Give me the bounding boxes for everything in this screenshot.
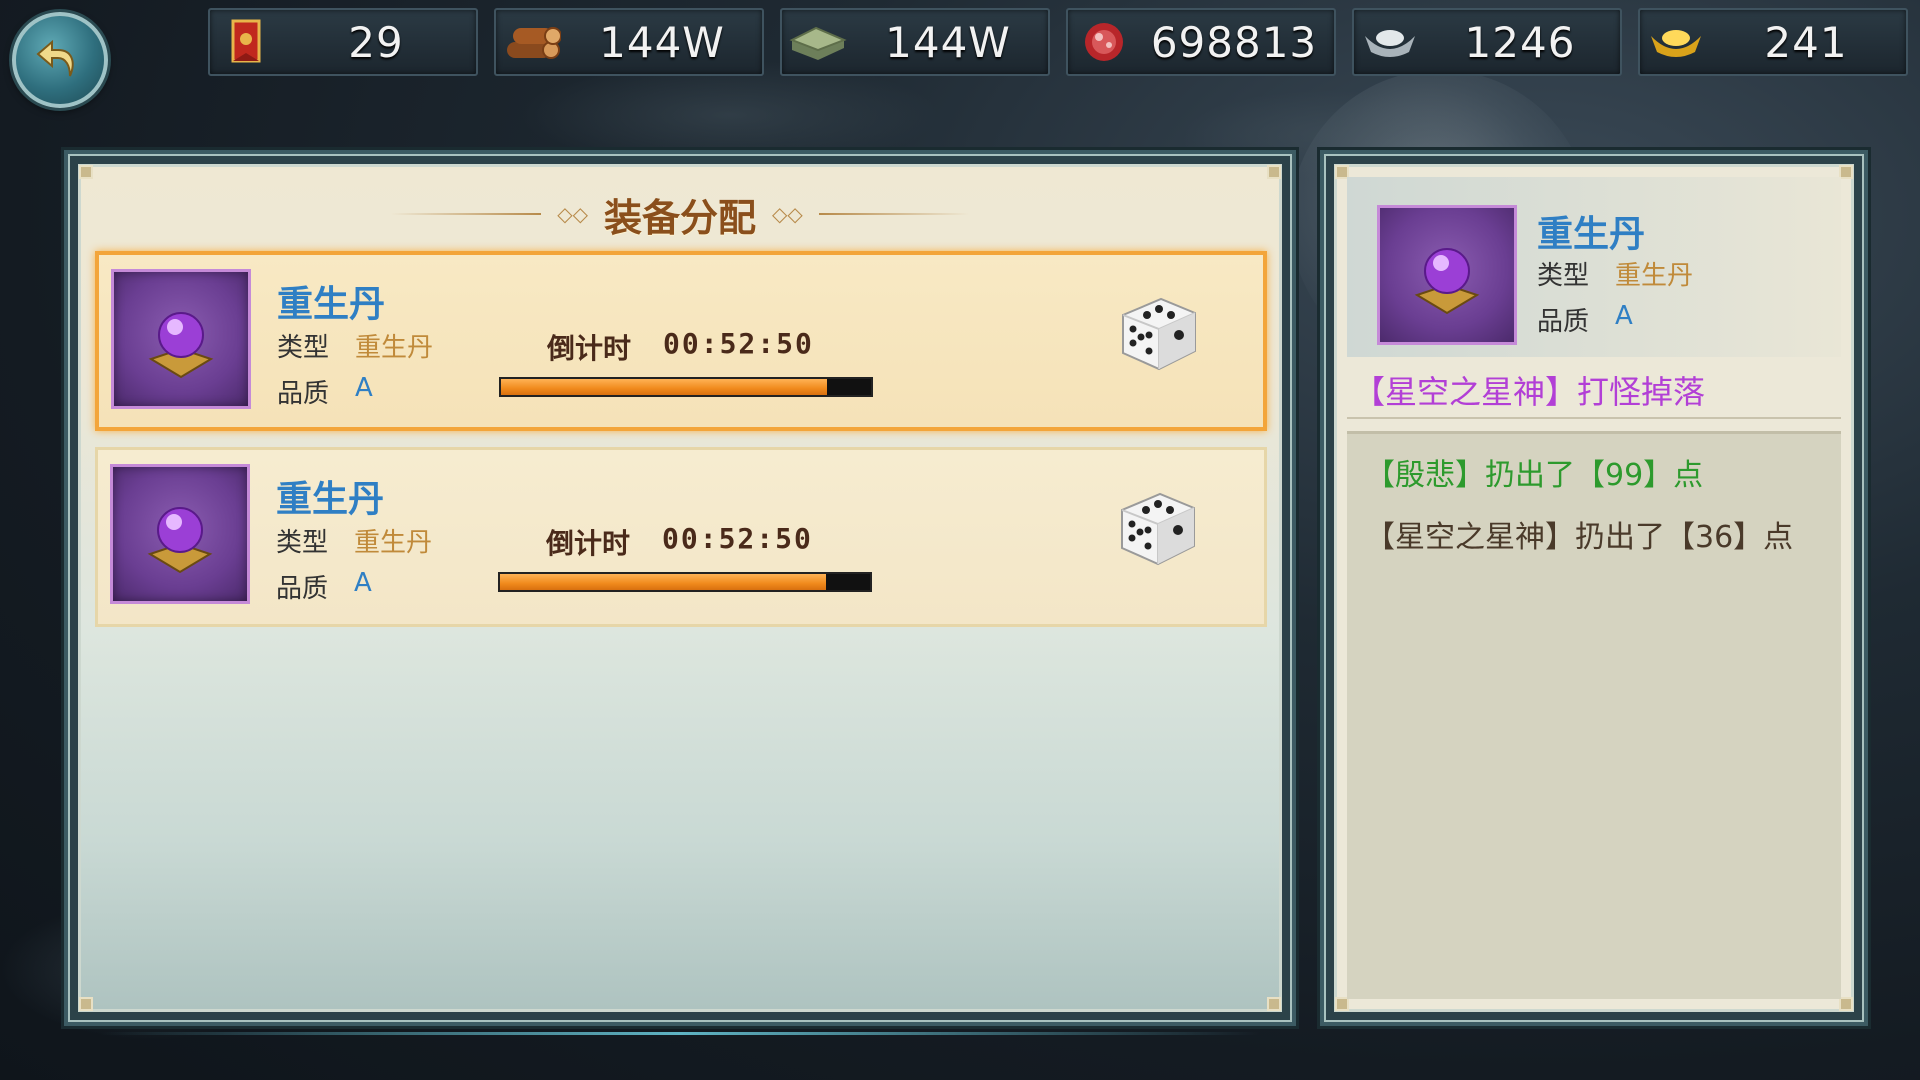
quality-label: 品质 <box>277 379 330 409</box>
detail-header: 重生丹 类型 重生丹 品质 A <box>1347 177 1841 357</box>
silver-ingot-icon <box>1360 12 1420 72</box>
progress-fill <box>500 574 826 590</box>
resource-slot-meat: 698813 <box>1066 8 1336 76</box>
panel-header: ◇◇ 装备分配 ◇◇ <box>81 189 1279 240</box>
quality-label: 品质 <box>276 574 329 604</box>
roll-log-entry: 【星空之星神】扔出了【36】点 <box>1365 520 1794 555</box>
detail-item-name: 重生丹 <box>1537 214 1646 255</box>
corner-ornament <box>79 165 93 179</box>
countdown-label: 倒计时 <box>546 527 631 560</box>
resource-value: 1246 <box>1464 17 1576 67</box>
item-detail-panel: 重生丹 类型 重生丹 品质 A 【星空之星神】打怪掉落 【殷悲】扔出了【99】点… <box>1320 150 1868 1026</box>
item-name: 重生丹 <box>276 479 385 520</box>
type-value: 重生丹 <box>354 528 433 558</box>
rebirth-pill-icon <box>111 269 251 409</box>
gold-ingot-icon <box>1646 12 1706 72</box>
rebirth-pill-icon <box>110 464 250 604</box>
detail-type-label: 类型 <box>1537 261 1590 291</box>
title-divider <box>391 213 542 215</box>
bottom-glow-line <box>100 1032 1260 1035</box>
corner-ornament <box>1335 997 1349 1011</box>
type-value: 重生丹 <box>355 333 434 363</box>
panel-title: 装备分配 <box>603 195 756 240</box>
resource-value: 241 <box>1764 17 1848 67</box>
dice-icon <box>1122 297 1196 371</box>
title-divider <box>818 213 969 215</box>
corner-ornament <box>1267 997 1281 1011</box>
quality-value: A <box>355 373 373 403</box>
detail-type-value: 重生丹 <box>1615 261 1694 291</box>
countdown-progress-bar <box>498 572 872 592</box>
corner-ornament <box>79 997 93 1011</box>
type-label: 类型 <box>276 528 329 558</box>
roll-log: 【殷悲】扔出了【99】点 【星空之星神】扔出了【36】点 <box>1347 431 1841 999</box>
resource-value: 29 <box>348 17 404 67</box>
back-arrow-icon <box>36 39 74 77</box>
red-banner-icon <box>216 12 276 72</box>
wood-logs-icon <box>502 12 562 72</box>
drop-source-text: 【星空之星神】打怪掉落 <box>1353 373 1706 411</box>
resource-value: 698813 <box>1150 17 1318 67</box>
stone-slab-icon <box>788 12 848 72</box>
corner-ornament <box>1267 165 1281 179</box>
item-name: 重生丹 <box>277 284 386 325</box>
rebirth-pill-icon <box>1377 205 1517 345</box>
detail-quality-value: A <box>1615 301 1633 331</box>
title-ornament-icon: ◇◇ <box>772 202 803 226</box>
countdown-label: 倒计时 <box>547 332 632 365</box>
meat-icon <box>1074 12 1134 72</box>
resource-slot-stone: 144W <box>780 8 1050 76</box>
countdown-value: 00:52:50 <box>663 327 814 360</box>
divider <box>1347 417 1841 419</box>
roll-log-entry: 【殷悲】扔出了【99】点 <box>1365 458 1704 493</box>
corner-ornament <box>1839 997 1853 1011</box>
resource-value: 144W <box>599 17 725 67</box>
resource-slot-gold: 241 <box>1638 8 1908 76</box>
equipment-distribution-panel: ◇◇ 装备分配 ◇◇ 重生丹 类型 重生丹 品质 A 倒计时 00:52:50 <box>64 150 1296 1026</box>
roll-dice-button[interactable] <box>1109 285 1205 381</box>
dice-icon <box>1121 492 1195 566</box>
countdown-progress-bar <box>499 377 873 397</box>
corner-ornament <box>1839 165 1853 179</box>
item-row[interactable]: 重生丹 类型 重生丹 品质 A 倒计时 00:52:50 <box>95 447 1267 627</box>
resource-slot-banner: 29 <box>208 8 478 76</box>
progress-fill <box>501 379 827 395</box>
type-label: 类型 <box>277 333 330 363</box>
countdown-value: 00:52:50 <box>662 522 813 555</box>
resource-slot-silver: 1246 <box>1352 8 1622 76</box>
resource-value: 144W <box>885 17 1011 67</box>
title-ornament-icon: ◇◇ <box>557 202 588 226</box>
roll-dice-button[interactable] <box>1108 480 1204 576</box>
item-row[interactable]: 重生丹 类型 重生丹 品质 A 倒计时 00:52:50 <box>95 251 1267 431</box>
resource-slot-wood: 144W <box>494 8 764 76</box>
back-button[interactable] <box>12 12 108 108</box>
quality-value: A <box>354 568 372 598</box>
detail-quality-label: 品质 <box>1537 307 1590 337</box>
